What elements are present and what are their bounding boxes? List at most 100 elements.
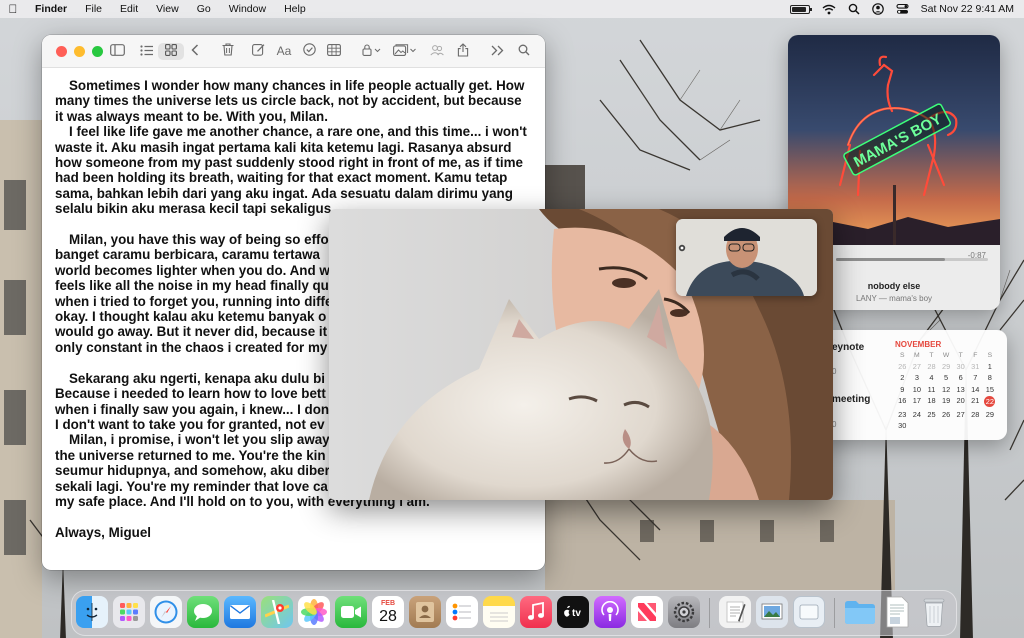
calendar-day[interactable]: 29 bbox=[983, 410, 998, 419]
gallery-view-icon[interactable] bbox=[158, 43, 184, 60]
dock-separator-2 bbox=[834, 598, 835, 628]
compose-note-icon[interactable] bbox=[249, 43, 267, 60]
calendar-day[interactable]: 26 bbox=[939, 410, 954, 419]
calendar-day[interactable]: 3 bbox=[910, 373, 925, 382]
dock-news-icon[interactable] bbox=[631, 596, 663, 628]
control-center-icon[interactable] bbox=[896, 3, 909, 15]
dock-preview-icon[interactable] bbox=[756, 596, 788, 628]
calendar-day[interactable]: 6 bbox=[953, 373, 968, 382]
calendar-widget[interactable]: eynote 0 meeting 0 NOVEMBER S M T W T F S 26 27 2… bbox=[820, 330, 1007, 440]
table-icon[interactable] bbox=[325, 43, 343, 60]
calendar-day[interactable]: 7 bbox=[968, 373, 983, 382]
user-account-icon[interactable] bbox=[871, 3, 884, 15]
calendar-day[interactable]: 24 bbox=[910, 410, 925, 419]
dock-launchpad-icon[interactable] bbox=[113, 596, 145, 628]
calendar-event-1[interactable]: eynote bbox=[832, 342, 864, 353]
dock-contacts-icon[interactable] bbox=[409, 596, 441, 628]
text-format-icon[interactable]: Aa bbox=[275, 43, 293, 60]
dock-facetime-icon[interactable] bbox=[335, 596, 367, 628]
calendar-day[interactable]: 31 bbox=[968, 362, 983, 371]
calendar-day[interactable]: 19 bbox=[939, 396, 954, 407]
minimize-button[interactable] bbox=[74, 45, 85, 57]
delete-trash-icon[interactable] bbox=[219, 43, 237, 60]
calendar-day[interactable]: 10 bbox=[910, 385, 925, 394]
facetime-self-view[interactable] bbox=[676, 219, 817, 296]
dock-folder-icon[interactable] bbox=[844, 596, 876, 628]
dock-photos-icon[interactable] bbox=[298, 596, 330, 628]
collaborate-icon[interactable] bbox=[428, 43, 446, 60]
dock-calendar-icon[interactable]: FEB 28 bbox=[372, 596, 404, 628]
calendar-day[interactable]: 28 bbox=[968, 410, 983, 419]
calendar-day[interactable]: 17 bbox=[910, 396, 925, 407]
calendar-day[interactable]: 4 bbox=[924, 373, 939, 382]
dock-maps-icon[interactable] bbox=[261, 596, 293, 628]
calendar-day[interactable]: 20 bbox=[953, 396, 968, 407]
calendar-event-2[interactable]: meeting bbox=[832, 394, 870, 405]
calendar-day[interactable]: 30 bbox=[895, 421, 910, 430]
menu-go[interactable]: Go bbox=[188, 0, 220, 18]
dock-finder-icon[interactable] bbox=[76, 596, 108, 628]
calendar-day[interactable]: 18 bbox=[924, 396, 939, 407]
calendar-day[interactable]: 11 bbox=[924, 385, 939, 394]
calendar-day[interactable]: 28 bbox=[924, 362, 939, 371]
spotlight-search-icon[interactable] bbox=[848, 3, 860, 15]
calendar-day[interactable]: 26 bbox=[895, 362, 910, 371]
lock-note-icon[interactable] bbox=[360, 43, 384, 60]
share-icon[interactable] bbox=[454, 43, 472, 60]
more-tools-chevron-icon[interactable] bbox=[488, 43, 506, 60]
menu-window[interactable]: Window bbox=[220, 0, 275, 18]
menu-clock[interactable]: Sat Nov 22 9:41 AM bbox=[921, 3, 1014, 15]
dock-trash-icon[interactable] bbox=[918, 596, 950, 628]
calendar-day[interactable]: 8 bbox=[983, 373, 998, 382]
calendar-day[interactable]: 21 bbox=[968, 396, 983, 407]
menu-edit[interactable]: Edit bbox=[111, 0, 147, 18]
dock-tv-icon[interactable]: tv bbox=[557, 596, 589, 628]
dock-screenshot-icon[interactable] bbox=[793, 596, 825, 628]
dock-system-settings-icon[interactable] bbox=[668, 596, 700, 628]
back-chevron-icon[interactable] bbox=[186, 43, 204, 60]
menu-file[interactable]: File bbox=[76, 0, 111, 18]
weekday-header: T bbox=[929, 352, 934, 359]
apple-menu-icon[interactable]:  bbox=[0, 2, 26, 16]
search-icon[interactable] bbox=[515, 43, 533, 60]
calendar-day[interactable]: 14 bbox=[968, 385, 983, 394]
calendar-day[interactable]: 1 bbox=[983, 362, 998, 371]
menu-app-name[interactable]: Finder bbox=[26, 0, 76, 18]
dock-safari-icon[interactable] bbox=[150, 596, 182, 628]
calendar-day[interactable]: 2 bbox=[895, 373, 910, 382]
menu-view[interactable]: View bbox=[147, 0, 188, 18]
calendar-day[interactable]: 15 bbox=[983, 385, 998, 394]
dock-music-icon[interactable] bbox=[520, 596, 552, 628]
dock-podcasts-icon[interactable] bbox=[594, 596, 626, 628]
close-button[interactable] bbox=[56, 45, 67, 57]
dock-notes-icon[interactable] bbox=[483, 596, 515, 628]
dock-document-icon[interactable] bbox=[881, 596, 913, 628]
calendar-day[interactable]: 9 bbox=[895, 385, 910, 394]
dock-mail-icon[interactable] bbox=[224, 596, 256, 628]
calendar-day[interactable]: 22 bbox=[984, 396, 996, 407]
battery-icon[interactable] bbox=[789, 4, 812, 14]
calendar-day[interactable]: 5 bbox=[939, 373, 954, 382]
calendar-day[interactable]: 16 bbox=[895, 396, 910, 407]
checklist-icon[interactable] bbox=[300, 43, 318, 60]
menu-bar:  Finder File Edit View Go Window Help S… bbox=[0, 0, 1024, 18]
calendar-day[interactable]: 27 bbox=[910, 362, 925, 371]
menu-help[interactable]: Help bbox=[275, 0, 315, 18]
playback-progress-bar[interactable] bbox=[836, 258, 988, 261]
calendar-day[interactable]: 29 bbox=[939, 362, 954, 371]
dock-reminders-icon[interactable] bbox=[446, 596, 478, 628]
calendar-day[interactable]: 30 bbox=[953, 362, 968, 371]
dock-messages-icon[interactable] bbox=[187, 596, 219, 628]
list-view-icon[interactable] bbox=[138, 43, 156, 60]
zoom-button[interactable] bbox=[92, 45, 103, 57]
calendar-day[interactable]: 25 bbox=[924, 410, 939, 419]
dock-textedit-icon[interactable] bbox=[719, 596, 751, 628]
calendar-day[interactable]: 13 bbox=[953, 385, 968, 394]
wifi-icon[interactable] bbox=[822, 4, 836, 15]
calendar-day[interactable]: 12 bbox=[939, 385, 954, 394]
calendar-day[interactable]: 27 bbox=[953, 410, 968, 419]
media-gallery-icon[interactable] bbox=[392, 43, 418, 60]
calendar-day[interactable]: 23 bbox=[895, 410, 910, 419]
sidebar-toggle-icon[interactable] bbox=[108, 43, 126, 60]
song-title: nobody else bbox=[867, 281, 921, 291]
